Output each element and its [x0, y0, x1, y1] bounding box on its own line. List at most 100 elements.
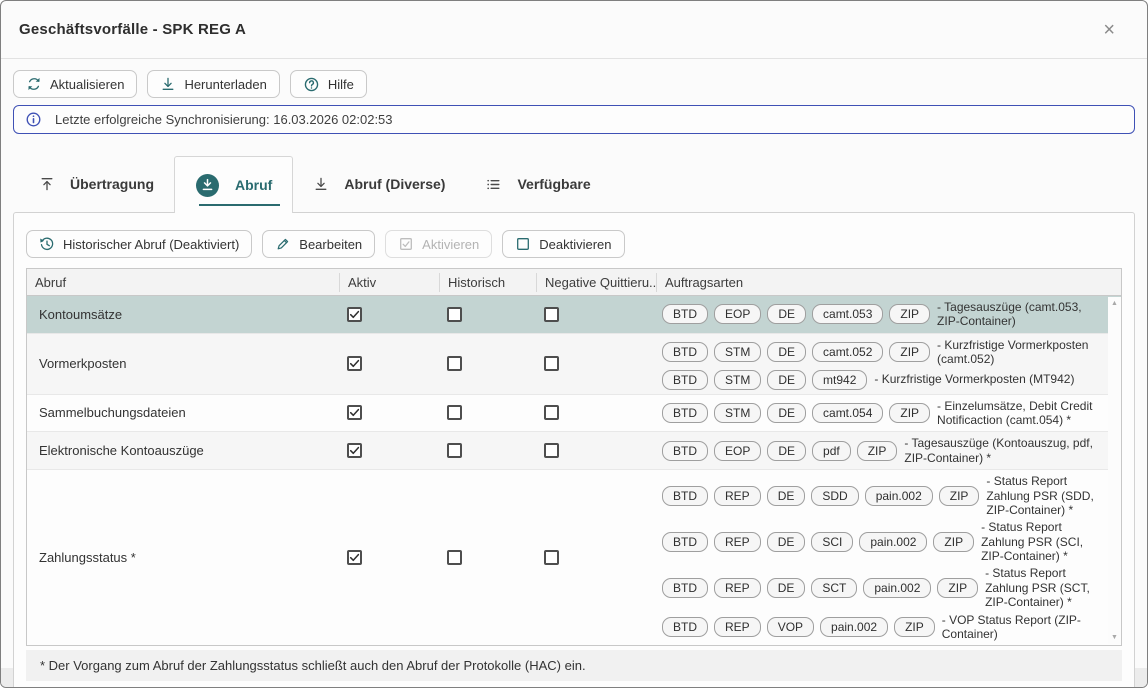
cell-historisch	[439, 306, 536, 322]
checkbox-negative_quittierung[interactable]	[544, 550, 559, 566]
auftragsart-tag: STM	[714, 402, 762, 423]
action-button-row: Historischer Abruf (Deaktiviert) Bearbei…	[26, 230, 1122, 258]
button-label: Aktualisieren	[50, 76, 125, 92]
auftragsart-line: BTD REP VOP pain.002 ZIP - VOP Status Report…	[662, 613, 1105, 642]
bearbeiten-button[interactable]: Bearbeiten	[262, 230, 376, 258]
auftragsart-tag: SDD	[811, 485, 859, 506]
table-row-sammelbuchungsdateien[interactable]: Sammelbuchungsdateien BTD STM DE camt.054 ZI…	[27, 393, 1121, 432]
abruf-table: Abruf Aktiv Historisch Negative Quittier…	[26, 268, 1122, 647]
auftragsart-tag: pain.002	[859, 531, 928, 552]
table-scrollbar[interactable]: ▲ ▼	[1108, 297, 1121, 645]
auftragsart-description: - Einzelumsätze, Debit Credit Notificact…	[937, 398, 1093, 427]
cell-historisch	[439, 405, 536, 421]
table-row-vormerkposten[interactable]: Vormerkposten BTD STM DE camt.052 ZIP - Kurz…	[27, 332, 1121, 394]
historischer-abruf-deaktiviert-button[interactable]: Historischer Abruf (Deaktiviert)	[26, 230, 253, 258]
checkbox-historisch[interactable]	[447, 306, 462, 322]
tab-abruf[interactable]: Abruf	[174, 156, 294, 213]
cell-aktiv	[339, 306, 439, 322]
table-row-zahlungsstatus[interactable]: Zahlungsstatus * BTD REP DE SDD pain.002 ZIP …	[27, 469, 1121, 645]
tab-label: Abruf (Diverse)	[344, 176, 446, 192]
auftragsart-tag: ZIP	[894, 617, 935, 638]
checkbox-historisch[interactable]	[447, 356, 462, 372]
auftragsart-line: BTD EOP DE camt.053 ZIP - Tagesauszüge (camt…	[662, 300, 1105, 329]
tab-verfügbare[interactable]: Verfügbare	[465, 156, 610, 212]
table-row-elektronische-kontoauszüge[interactable]: Elektronische Kontoauszüge BTD EOP DE pdf ZI…	[27, 431, 1121, 470]
checkbox-negative_quittierung[interactable]	[544, 356, 559, 372]
button-label: Herunterladen	[184, 76, 267, 92]
list-icon	[485, 176, 502, 193]
column-header-label: Historisch	[448, 274, 506, 290]
auftragsart-tag: ZIP	[889, 402, 931, 423]
button-label: Hilfe	[327, 76, 354, 92]
cell-historisch	[439, 550, 536, 566]
auftragsart-description: - Tagesauszüge (camt.053, ZIP-Container)	[937, 300, 1082, 329]
scroll-down-icon[interactable]: ▼	[1111, 634, 1118, 641]
auftragsart-tag: DE	[766, 485, 806, 506]
auftragsart-line: BTD REP DE SCI pain.002 ZIP - Status Report Z…	[662, 520, 1105, 563]
checkbox-negative_quittierung[interactable]	[544, 405, 559, 421]
checkbox-historisch[interactable]	[447, 405, 462, 421]
checkbox-historisch[interactable]	[447, 443, 462, 459]
checkbox-aktiv[interactable]	[347, 356, 362, 372]
column-header-negative-quittieru[interactable]: Negative Quittieru...	[536, 272, 656, 292]
auftragsart-tag: BTD	[662, 342, 708, 363]
download-icon	[313, 176, 329, 192]
auftragsart-description: - VOP Status Report (ZIP-Container)	[941, 612, 1081, 642]
auftragsart-tag: pdf	[812, 440, 851, 461]
auftragsart-tag: ZIP	[889, 304, 931, 325]
history-icon	[39, 236, 55, 252]
auftragsart-tag: DE	[766, 578, 806, 599]
aktualisieren-button[interactable]: Aktualisieren	[13, 70, 138, 98]
dialog-body: Aktualisieren Herunterladen Hilfe Letzte…	[1, 70, 1147, 687]
auftragsart-description: - Status Report Zahlung PSR (SDD, ZIP-Co…	[986, 474, 1094, 517]
auftragsart-tag: ZIP	[933, 531, 975, 552]
checkbox-unchecked-icon	[515, 236, 531, 252]
checkbox-historisch[interactable]	[447, 550, 462, 566]
column-header-aktiv[interactable]: Aktiv	[339, 272, 439, 292]
scroll-up-icon[interactable]: ▲	[1111, 300, 1118, 307]
table-row-kontoumsätze[interactable]: Kontoumsätze BTD EOP DE camt.053 ZIP - Tages…	[27, 296, 1121, 333]
column-header-label: Aktiv	[348, 274, 377, 290]
row-name: Vormerkposten	[39, 356, 127, 372]
auftragsart-tags: BTD STM DE camt.054 ZIP	[662, 402, 931, 423]
column-header-abruf[interactable]: Abruf	[27, 273, 339, 292]
auftragsart-tag: ZIP	[938, 485, 980, 506]
hilfe-button[interactable]: Hilfe	[289, 70, 367, 98]
deaktivieren-button[interactable]: Deaktivieren	[502, 230, 625, 258]
checkbox-checked-icon	[398, 236, 414, 252]
auftragsart-tag: REP	[714, 578, 761, 599]
auftragsart-tags: BTD REP DE SCT pain.002 ZIP	[662, 578, 979, 599]
checkbox-negative_quittierung[interactable]	[544, 306, 559, 322]
column-header-label: Auftragsarten	[665, 274, 744, 290]
auftragsart-tags: BTD STM DE mt942	[662, 369, 868, 390]
auftragsart-tags: BTD EOP DE pdf ZIP	[662, 440, 898, 461]
tab-abruf-diverse[interactable]: Abruf (Diverse)	[293, 156, 465, 212]
column-header-historisch[interactable]: Historisch	[439, 272, 536, 292]
checkbox-aktiv[interactable]	[347, 405, 362, 421]
auftragsart-tag: DE	[767, 402, 807, 423]
footnote: * Der Vorgang zum Abruf der Zahlungsstat…	[26, 650, 1122, 682]
auftragsart-tag: pain.002	[820, 617, 889, 638]
checkbox-aktiv[interactable]	[347, 550, 362, 566]
column-header-auftragsarten[interactable]: Auftragsarten	[656, 272, 1121, 292]
cell-auftragsarten: BTD STM DE camt.052 ZIP - Kurzfristige Vorme…	[656, 334, 1121, 394]
auftragsart-tag: camt.054	[812, 402, 884, 423]
aktivieren-button[interactable]: Aktivieren	[385, 230, 493, 258]
auftragsart-description: - Kurzfristige Vormerkposten (camt.052)	[937, 337, 1089, 367]
checkbox-aktiv[interactable]	[347, 443, 362, 459]
checkbox-aktiv[interactable]	[347, 306, 362, 322]
tab-übertragung[interactable]: Übertragung	[19, 156, 174, 212]
checkbox-negative_quittierung[interactable]	[544, 443, 559, 459]
auftragsart-description: - Kurzfristige Vormerkposten (MT942)	[874, 372, 1075, 387]
cell-negative_quittierung	[536, 443, 656, 459]
close-icon[interactable]: ×	[1097, 20, 1129, 40]
auftragsart-tag: EOP	[714, 440, 762, 461]
window-title: Geschäftsvorfälle - SPK REG A	[19, 21, 246, 38]
auftragsart-line: BTD STM DE camt.052 ZIP - Kurzfristige Vorme…	[662, 338, 1105, 367]
table-header-row: Abruf Aktiv Historisch Negative Quittier…	[27, 269, 1121, 296]
herunterladen-button[interactable]: Herunterladen	[147, 70, 280, 98]
auftragsart-tags: BTD STM DE camt.052 ZIP	[662, 342, 931, 363]
auftragsart-description: - Status Report Zahlung PSR (SCI, ZIP-Co…	[981, 520, 1084, 564]
sync-info-text: Letzte erfolgreiche Synchronisierung: 16…	[55, 112, 393, 127]
auftragsart-tag: ZIP	[889, 342, 931, 363]
